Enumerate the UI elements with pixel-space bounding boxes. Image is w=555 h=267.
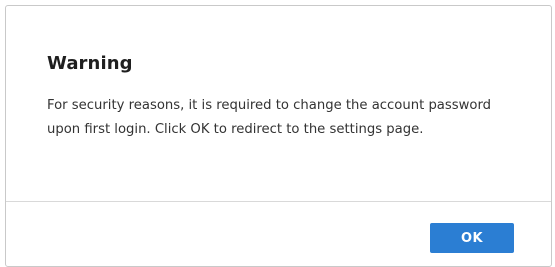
dialog-title: Warning xyxy=(47,53,133,74)
dialog-message: For security reasons, it is required to … xyxy=(47,98,492,137)
warning-dialog: Warning For security reasons, it is requ… xyxy=(5,5,552,267)
ok-button[interactable]: OK xyxy=(430,223,514,253)
dialog-body: Warning For security reasons, it is requ… xyxy=(6,6,551,202)
dialog-footer: OK xyxy=(6,202,551,266)
